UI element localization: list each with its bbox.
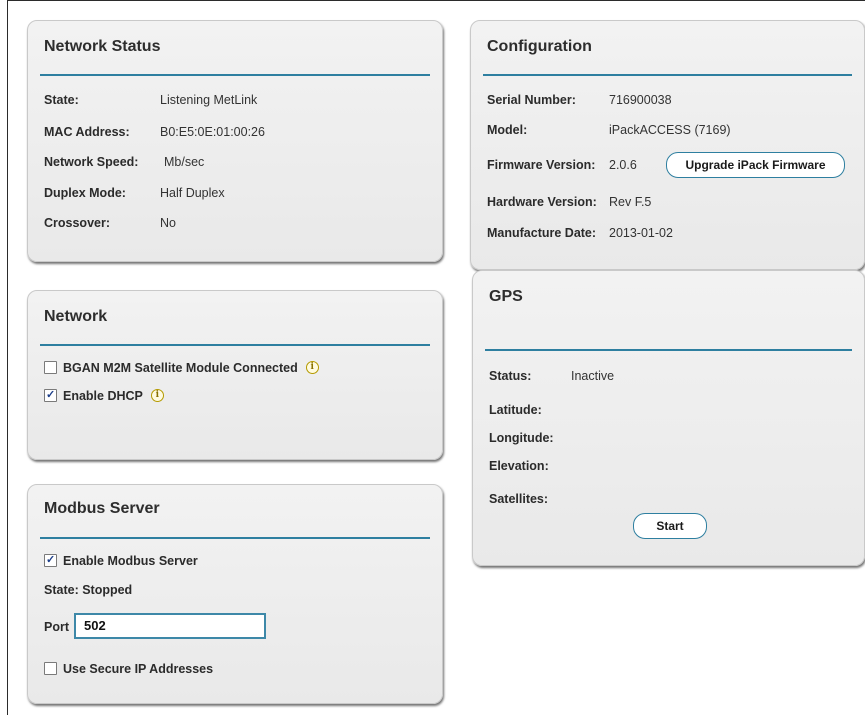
bgan-info-icon[interactable]: i: [305, 361, 319, 375]
serial-number-value: 716900038: [609, 93, 672, 107]
enable-modbus-label[interactable]: Enable Modbus Server: [63, 554, 198, 568]
bgan-checkbox-row[interactable]: BGAN M2M Satellite Module Connected i: [44, 359, 319, 375]
dhcp-checkbox-label[interactable]: Enable DHCP: [63, 389, 143, 403]
firmware-version-value: 2.0.6: [609, 158, 637, 172]
crossover-value: No: [160, 216, 176, 230]
gps-panel: GPS Status: Inactive Latitude: Longitude…: [472, 270, 865, 566]
firmware-version-label: Firmware Version:: [487, 158, 596, 172]
latitude-label: Latitude:: [489, 403, 542, 417]
modbus-server-title: Modbus Server: [44, 500, 160, 517]
dhcp-info-icon[interactable]: i: [150, 389, 164, 403]
model-label: Model:: [487, 123, 528, 137]
mac-address-value: B0:E5:0E:01:00:26: [160, 125, 265, 139]
modbus-state-text: State: Stopped: [44, 583, 133, 597]
gps-divider: [485, 349, 852, 351]
secure-ip-checkbox[interactable]: [44, 662, 57, 676]
port-input[interactable]: 502: [74, 613, 266, 639]
manufacture-date-label: Manufacture Date:: [487, 226, 597, 240]
enable-modbus-row[interactable]: Enable Modbus Server: [44, 552, 198, 568]
modbus-server-panel: Modbus Server Enable Modbus Server State…: [27, 484, 443, 704]
configuration-panel: Configuration Serial Number: 716900038 M…: [470, 20, 865, 270]
bgan-checkbox-label[interactable]: BGAN M2M Satellite Module Connected: [63, 361, 298, 375]
network-status-divider: [40, 74, 430, 76]
secure-ip-row[interactable]: Use Secure IP Addresses: [44, 660, 213, 676]
elevation-label: Elevation:: [489, 459, 549, 473]
duplex-mode-value: Half Duplex: [160, 186, 225, 200]
network-status-panel: Network Status State: Listening MetLink …: [27, 20, 443, 262]
serial-number-label: Serial Number:: [487, 93, 576, 107]
model-value: iPackACCESS (7169): [609, 123, 731, 137]
network-divider: [40, 344, 430, 346]
network-state-label: State:: [44, 93, 79, 107]
hardware-version-label: Hardware Version:: [487, 195, 597, 209]
enable-modbus-checkbox[interactable]: [44, 552, 57, 568]
frame-left-border: [7, 0, 8, 715]
modbus-server-divider: [40, 537, 430, 539]
network-speed-label: Network Speed:: [44, 155, 139, 169]
network-title: Network: [44, 308, 108, 325]
satellites-label: Satellites:: [489, 492, 549, 506]
dhcp-checkbox[interactable]: [44, 387, 57, 403]
configuration-divider: [483, 74, 852, 76]
secure-ip-label[interactable]: Use Secure IP Addresses: [63, 662, 213, 676]
frame-top-border: [7, 0, 865, 1]
longitude-label: Longitude:: [489, 431, 554, 445]
network-state-value: Listening MetLink: [160, 93, 258, 107]
network-speed-value: Mb/sec: [164, 155, 205, 169]
manufacture-date-value: 2013-01-02: [609, 226, 673, 240]
network-status-title: Network Status: [44, 38, 161, 55]
gps-title: GPS: [489, 288, 523, 305]
mac-address-label: MAC Address:: [44, 125, 130, 139]
duplex-mode-label: Duplex Mode:: [44, 186, 126, 200]
gps-start-button[interactable]: Start: [633, 513, 707, 539]
dhcp-checkbox-row[interactable]: Enable DHCP i: [44, 387, 164, 403]
crossover-label: Crossover:: [44, 216, 110, 230]
gps-status-value: Inactive: [571, 369, 615, 383]
network-panel: Network BGAN M2M Satellite Module Connec…: [27, 290, 443, 460]
configuration-title: Configuration: [487, 38, 592, 55]
upgrade-firmware-button[interactable]: Upgrade iPack Firmware: [666, 152, 845, 178]
bgan-checkbox[interactable]: [44, 361, 57, 375]
port-label: Port: [44, 620, 69, 634]
gps-status-label: Status:: [489, 369, 532, 383]
hardware-version-value: Rev F.5: [609, 195, 652, 209]
